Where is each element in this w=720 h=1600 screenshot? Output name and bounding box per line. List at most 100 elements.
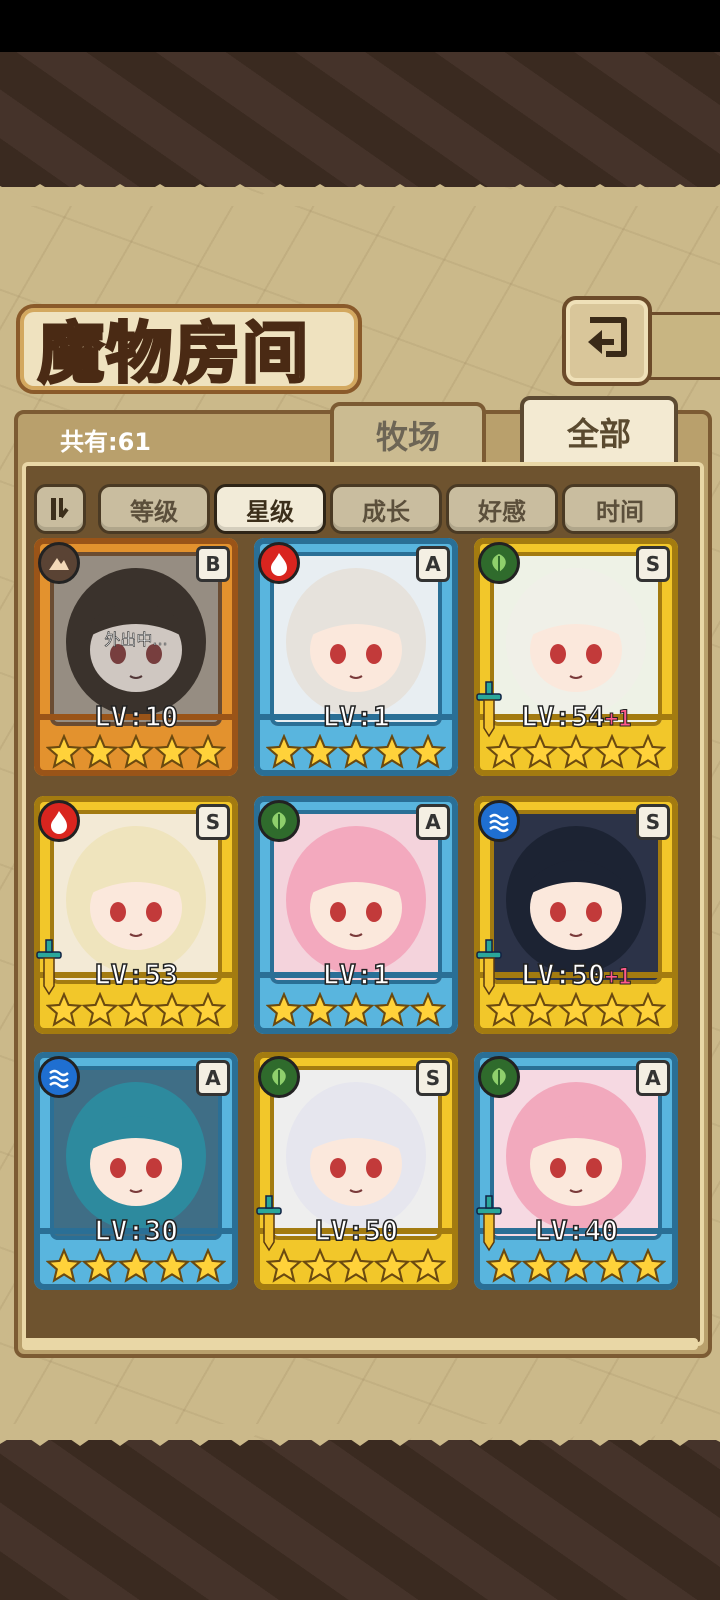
tab-ranch[interactable]: 牧场	[330, 402, 486, 468]
level-label: LV:40	[474, 1213, 678, 1248]
monster-card[interactable]: S LV:54+1	[474, 538, 678, 776]
monster-card[interactable]: S LV:53	[34, 796, 238, 1034]
leaf-icon	[478, 1056, 520, 1098]
star-icon	[266, 1248, 302, 1283]
star-icon	[118, 1248, 154, 1283]
rank-badge: S	[636, 546, 670, 582]
star-icon	[594, 734, 630, 769]
level-label: LV:54+1	[474, 699, 678, 734]
level-text: LV:50	[520, 957, 606, 992]
star-icon	[302, 992, 338, 1027]
monster-card[interactable]: A LV:30	[34, 1052, 238, 1290]
star-icon	[522, 992, 558, 1027]
rank-badge: S	[636, 804, 670, 840]
monster-card[interactable]: A LV:1	[254, 796, 458, 1034]
level-label: LV:50	[254, 1213, 458, 1248]
star-icon	[190, 992, 226, 1027]
level-label: LV:30	[34, 1213, 238, 1248]
monster-card[interactable]: A LV:1	[254, 538, 458, 776]
zigzag-bottom	[0, 1424, 720, 1446]
star-rating	[254, 1248, 458, 1286]
back-rail	[640, 312, 720, 380]
star-icon	[338, 1248, 374, 1283]
sort-order-toggle-button[interactable]	[34, 484, 86, 534]
monster-count: 共有:61	[60, 428, 151, 456]
leaf-icon	[478, 542, 520, 584]
star-icon	[558, 734, 594, 769]
zigzag-top	[0, 184, 720, 206]
page-title: 魔物房间	[37, 313, 310, 394]
star-rating	[474, 992, 678, 1030]
fire-icon	[38, 800, 80, 842]
star-rating	[474, 1248, 678, 1286]
star-icon	[302, 1248, 338, 1283]
star-icon	[46, 992, 82, 1027]
star-icon	[374, 1248, 410, 1283]
star-icon	[46, 1248, 82, 1283]
star-icon	[374, 992, 410, 1027]
frame-bottom-strip	[22, 1338, 698, 1350]
monster-card[interactable]: B 外出中... LV:10	[34, 538, 238, 776]
star-icon	[46, 734, 82, 769]
level-text: LV:30	[93, 1213, 179, 1248]
star-icon	[338, 734, 374, 769]
sort-level-button[interactable]: 等级	[98, 484, 210, 534]
star-icon	[486, 734, 522, 769]
star-icon	[302, 734, 338, 769]
monster-card[interactable]: A LV:40	[474, 1052, 678, 1290]
star-icon	[82, 734, 118, 769]
rank-badge: B	[196, 546, 230, 582]
star-icon	[118, 992, 154, 1027]
sort-growth-button[interactable]: 成长	[330, 484, 442, 534]
tab-all[interactable]: 全部	[520, 396, 678, 468]
back-arrow-icon	[588, 317, 627, 357]
star-icon	[190, 1248, 226, 1283]
star-rating	[34, 992, 238, 1030]
star-rating	[34, 1248, 238, 1286]
rank-badge: A	[416, 804, 450, 840]
status-bar	[0, 0, 720, 52]
background-top	[0, 52, 720, 187]
star-icon	[410, 734, 446, 769]
monster-card[interactable]: S LV:50	[254, 1052, 458, 1290]
star-rating	[254, 992, 458, 1030]
sort-affection-button[interactable]: 好感	[446, 484, 558, 534]
rank-badge: S	[416, 1060, 450, 1096]
monster-card[interactable]: S LV:50+1	[474, 796, 678, 1034]
level-text: LV:1	[322, 957, 391, 992]
background-bottom	[0, 1440, 720, 1600]
star-icon	[522, 1248, 558, 1283]
level-text: LV:54	[520, 699, 606, 734]
sort-star-button[interactable]: 星级	[214, 484, 326, 534]
level-text: LV:53	[93, 957, 179, 992]
water-icon	[38, 1056, 80, 1098]
rank-badge: A	[416, 546, 450, 582]
star-icon	[82, 1248, 118, 1283]
star-icon	[486, 1248, 522, 1283]
star-icon	[410, 1248, 446, 1283]
star-icon	[338, 992, 374, 1027]
level-bonus: +1	[604, 707, 632, 733]
rank-badge: S	[196, 804, 230, 840]
leaf-icon	[258, 1056, 300, 1098]
star-icon	[486, 992, 522, 1027]
star-rating	[254, 734, 458, 772]
star-icon	[154, 734, 190, 769]
level-label: LV:1	[254, 957, 458, 992]
star-icon	[594, 1248, 630, 1283]
level-label: LV:53	[34, 957, 238, 992]
status-label: 外出中...	[104, 630, 168, 650]
sort-time-button[interactable]: 时间	[562, 484, 678, 534]
star-icon	[374, 734, 410, 769]
sort-order-icon	[51, 498, 69, 520]
water-icon	[478, 800, 520, 842]
star-icon	[558, 1248, 594, 1283]
star-icon	[630, 734, 666, 769]
back-button[interactable]	[562, 296, 652, 386]
rank-badge: A	[636, 1060, 670, 1096]
star-icon	[594, 992, 630, 1027]
earth-icon	[38, 542, 80, 584]
star-rating	[34, 734, 238, 772]
level-text: LV:40	[533, 1213, 619, 1248]
star-icon	[82, 992, 118, 1027]
